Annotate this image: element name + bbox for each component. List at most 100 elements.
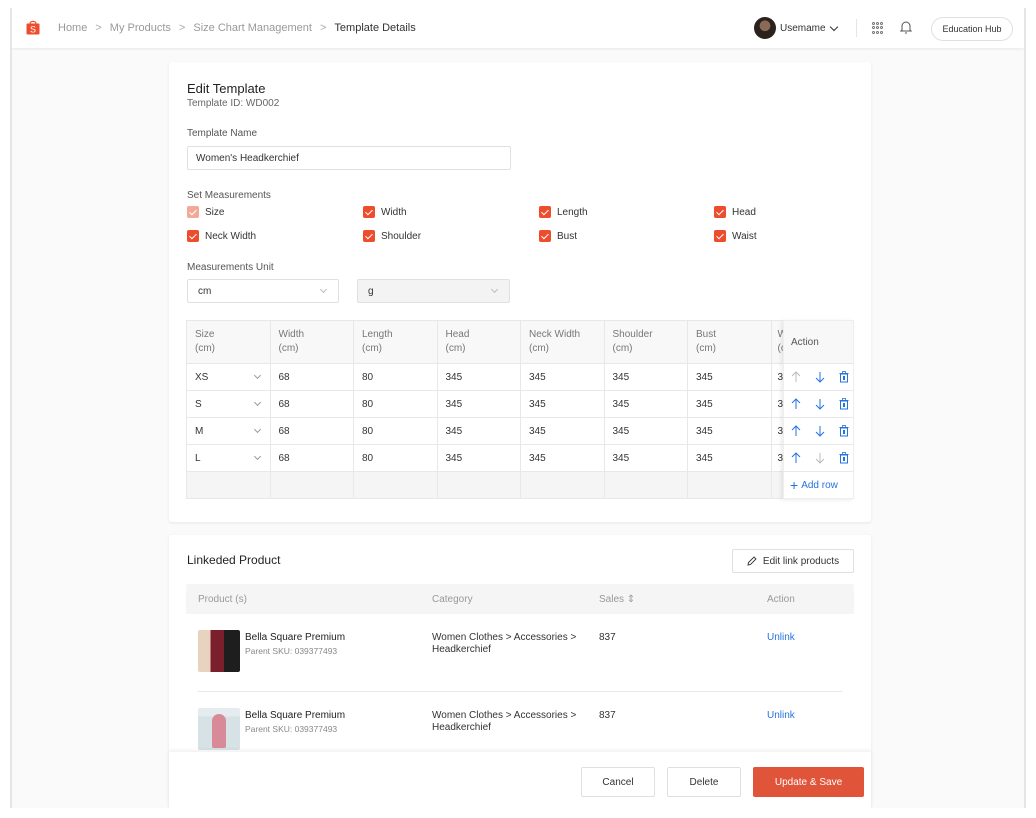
checkbox-checked-icon xyxy=(363,230,375,242)
column-header: Length (cm) xyxy=(354,321,438,363)
checkbox-checked-icon xyxy=(363,206,375,218)
edit-link-products-button[interactable]: Edit link products xyxy=(732,549,854,573)
breadcrumb: Home > My Products > Size Chart Manageme… xyxy=(58,22,416,34)
measurement-input[interactable]: 345 xyxy=(521,445,605,471)
size-select[interactable]: S xyxy=(187,391,271,417)
trash-icon[interactable] xyxy=(839,398,849,410)
chevron-right-icon: > xyxy=(178,22,186,34)
breadcrumb-my-products[interactable]: My Products xyxy=(110,22,171,34)
measurement-input[interactable]: 345 xyxy=(438,391,521,417)
measurement-input[interactable]: 80 xyxy=(354,418,438,444)
measurement-input[interactable]: 345 xyxy=(605,391,688,417)
arrow-up-icon[interactable] xyxy=(791,371,801,383)
template-name-input[interactable]: Women's Headkerchief xyxy=(187,146,511,170)
checkbox-label: Bust xyxy=(557,230,578,242)
arrow-up-icon[interactable] xyxy=(791,452,801,464)
checkbox-head[interactable]: Head xyxy=(714,206,756,218)
measurement-input[interactable]: 345 xyxy=(521,391,605,417)
measurement-input[interactable]: 345 xyxy=(605,418,688,444)
checkbox-neck-width[interactable]: Neck Width xyxy=(187,230,256,242)
column-header: Width (cm) xyxy=(271,321,354,363)
weight-unit-select[interactable]: g xyxy=(357,279,510,303)
checkbox-size[interactable]: Size xyxy=(187,206,224,218)
arrow-down-icon[interactable] xyxy=(815,398,825,410)
avatar xyxy=(754,17,776,39)
checkbox-waist[interactable]: Waist xyxy=(714,230,757,242)
shopee-logo-icon[interactable]: S xyxy=(26,19,40,35)
template-id: Template ID: WD002 xyxy=(187,98,280,109)
user-menu[interactable]: Usemame xyxy=(754,17,838,39)
table-header-row: Size (cm) Width (cm) Length (cm) Head (cm) N… xyxy=(187,321,853,363)
arrow-up-icon[interactable] xyxy=(791,398,801,410)
table-row: S 68 80 345 345 345 345 3 xyxy=(187,390,853,417)
trash-icon[interactable] xyxy=(839,425,849,437)
checkbox-bust[interactable]: Bust xyxy=(539,230,577,242)
product-sku: Parent SKU: 039377493 xyxy=(245,646,338,656)
chevron-right-icon: > xyxy=(319,22,327,34)
measurement-input[interactable]: 80 xyxy=(354,391,438,417)
measurement-input[interactable]: 345 xyxy=(688,445,772,471)
size-select[interactable]: L xyxy=(187,445,271,471)
column-header: Head (cm) xyxy=(438,321,521,363)
checkbox-checked-icon xyxy=(539,230,551,242)
update-save-button[interactable]: Update & Save xyxy=(753,767,864,797)
set-measurements-label: Set Measurements xyxy=(187,190,271,201)
measurement-input[interactable]: 80 xyxy=(354,364,438,390)
checkbox-label: Width xyxy=(381,206,407,218)
edit-link-products-label: Edit link products xyxy=(762,555,840,567)
size-select[interactable]: M xyxy=(187,418,271,444)
column-header: Neck Width (cm) xyxy=(521,321,605,363)
measurement-input[interactable]: 345 xyxy=(438,418,521,444)
delete-button[interactable]: Delete xyxy=(667,767,741,797)
checkbox-length[interactable]: Length xyxy=(539,206,588,218)
add-row-button[interactable]: + Add row xyxy=(784,471,853,498)
measurement-input[interactable]: 345 xyxy=(688,364,772,390)
breadcrumb-size-chart-management[interactable]: Size Chart Management xyxy=(193,22,312,34)
product-name: Bella Square Premium xyxy=(245,710,346,721)
action-column: Action + Add row xyxy=(783,320,854,499)
row-actions xyxy=(784,363,853,390)
measurement-input[interactable]: 345 xyxy=(438,445,521,471)
product-sales: 837 xyxy=(599,710,616,721)
checkbox-width[interactable]: Width xyxy=(363,206,407,218)
app-frame: S Home > My Products > Size Chart Manage… xyxy=(10,8,1026,808)
sort-icon: ⇕ xyxy=(626,593,636,605)
measurement-input[interactable]: 345 xyxy=(521,364,605,390)
apps-grid-icon[interactable] xyxy=(872,22,884,34)
measurement-input[interactable]: 80 xyxy=(354,445,438,471)
size-select[interactable]: XS xyxy=(187,364,271,390)
unlink-button[interactable]: Unlink xyxy=(767,632,795,643)
row-actions xyxy=(784,417,853,444)
trash-icon[interactable] xyxy=(839,371,849,383)
measurement-input[interactable]: 68 xyxy=(271,364,354,390)
arrow-down-icon[interactable] xyxy=(815,425,825,437)
measurement-input[interactable]: 68 xyxy=(271,445,354,471)
chevron-down-icon xyxy=(253,425,261,434)
bell-icon[interactable] xyxy=(900,20,912,34)
checkbox-label: Neck Width xyxy=(205,230,257,242)
checkbox-checked-icon xyxy=(187,206,199,218)
measurement-input[interactable]: 68 xyxy=(271,391,354,417)
column-header: Size (cm) xyxy=(187,321,271,363)
checkbox-shoulder[interactable]: Shoulder xyxy=(363,230,421,242)
measurement-input[interactable]: 345 xyxy=(438,364,521,390)
measurement-input[interactable]: 345 xyxy=(605,364,688,390)
arrow-up-icon[interactable] xyxy=(791,425,801,437)
measurement-input[interactable]: 345 xyxy=(688,418,772,444)
measurement-input[interactable]: 345 xyxy=(605,445,688,471)
education-hub-button[interactable]: Education Hub xyxy=(931,17,1013,41)
measurement-input[interactable]: 345 xyxy=(521,418,605,444)
cancel-button[interactable]: Cancel xyxy=(581,767,655,797)
chevron-down-icon xyxy=(253,371,261,380)
column-header-sales[interactable]: Sales ⇕ xyxy=(599,594,635,605)
trash-icon[interactable] xyxy=(839,452,849,464)
arrow-down-icon[interactable] xyxy=(815,371,825,383)
divider xyxy=(856,19,857,37)
row-actions xyxy=(784,444,853,471)
breadcrumb-home[interactable]: Home xyxy=(58,22,87,34)
unlink-button[interactable]: Unlink xyxy=(767,710,795,721)
measurement-input[interactable]: 68 xyxy=(271,418,354,444)
length-unit-select[interactable]: cm xyxy=(187,279,339,303)
arrow-down-icon[interactable] xyxy=(815,452,825,464)
measurement-input[interactable]: 345 xyxy=(688,391,772,417)
